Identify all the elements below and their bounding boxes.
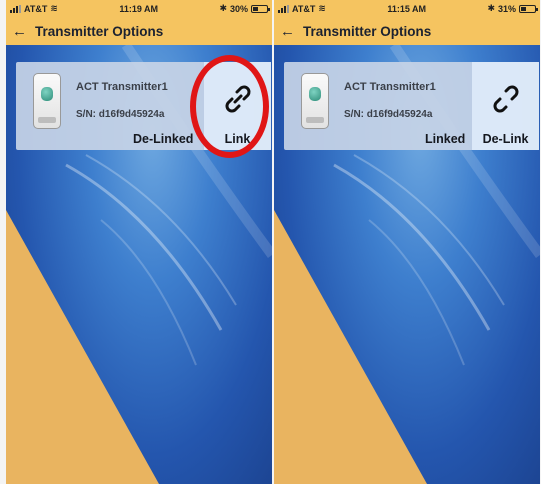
link-status: Linked — [425, 132, 466, 146]
page-title: Transmitter Options — [303, 23, 432, 39]
battery-percent: 31% — [497, 3, 516, 14]
content-area: ACT Transmitter1 S/N: d16f9d45924a De-Li… — [6, 45, 272, 484]
link-button-label: Link — [224, 132, 251, 146]
transmitter-device-image — [301, 73, 329, 129]
signal-icon — [278, 4, 289, 13]
phone-screen-after: AT&T ≋ 11:15 AM ✱ 31% ← Transmitter Opti… — [274, 0, 540, 484]
link-icon — [225, 85, 250, 113]
transmitter-card: ACT Transmitter1 S/N: d16f9d45924a De-Li… — [16, 62, 271, 150]
broken-link-icon — [493, 85, 518, 113]
link-status: De-Linked — [133, 132, 194, 146]
transmitter-card: ACT Transmitter1 S/N: d16f9d45924a Linke… — [284, 62, 539, 150]
bluetooth-icon: ✱ — [219, 3, 227, 13]
device-serial: S/N: d16f9d45924a — [344, 109, 433, 120]
back-arrow-icon[interactable]: ← — [280, 24, 295, 39]
bluetooth-icon: ✱ — [487, 3, 495, 13]
nav-bar: ← Transmitter Options — [274, 17, 540, 45]
wifi-icon: ≋ — [318, 3, 326, 13]
phone-screen-before: AT&T ≋ 11:19 AM ✱ 30% ← Transmitter Opti… — [6, 0, 272, 484]
device-name: ACT Transmitter1 — [344, 81, 436, 93]
status-bar: AT&T ≋ 11:19 AM ✱ 30% — [6, 0, 272, 17]
wifi-icon: ≋ — [50, 3, 58, 13]
carrier-name: AT&T — [24, 3, 48, 14]
device-serial: S/N: d16f9d45924a — [76, 109, 165, 120]
screenshot-composite: AT&T ≋ 11:19 AM ✱ 30% ← Transmitter Opti… — [0, 0, 541, 484]
battery-group: ✱ 30% — [219, 3, 270, 14]
carrier-name: AT&T — [292, 3, 316, 14]
status-time: 11:19 AM — [119, 3, 158, 14]
carrier-group: AT&T ≋ — [278, 3, 326, 14]
back-arrow-icon[interactable]: ← — [12, 24, 27, 39]
nav-bar: ← Transmitter Options — [6, 17, 272, 45]
battery-icon — [251, 4, 270, 13]
link-button[interactable]: Link — [204, 62, 271, 150]
de-link-button-label: De-Link — [482, 132, 529, 146]
signal-icon — [10, 4, 21, 13]
battery-percent: 30% — [229, 3, 248, 14]
device-name: ACT Transmitter1 — [76, 81, 168, 93]
status-bar: AT&T ≋ 11:15 AM ✱ 31% — [274, 0, 540, 17]
page-title: Transmitter Options — [35, 23, 164, 39]
de-link-button[interactable]: De-Link — [472, 62, 539, 150]
status-time: 11:15 AM — [387, 3, 426, 14]
carrier-group: AT&T ≋ — [10, 3, 58, 14]
battery-group: ✱ 31% — [487, 3, 538, 14]
content-area: ACT Transmitter1 S/N: d16f9d45924a Linke… — [274, 45, 540, 484]
transmitter-device-image — [33, 73, 61, 129]
battery-icon — [519, 4, 538, 13]
